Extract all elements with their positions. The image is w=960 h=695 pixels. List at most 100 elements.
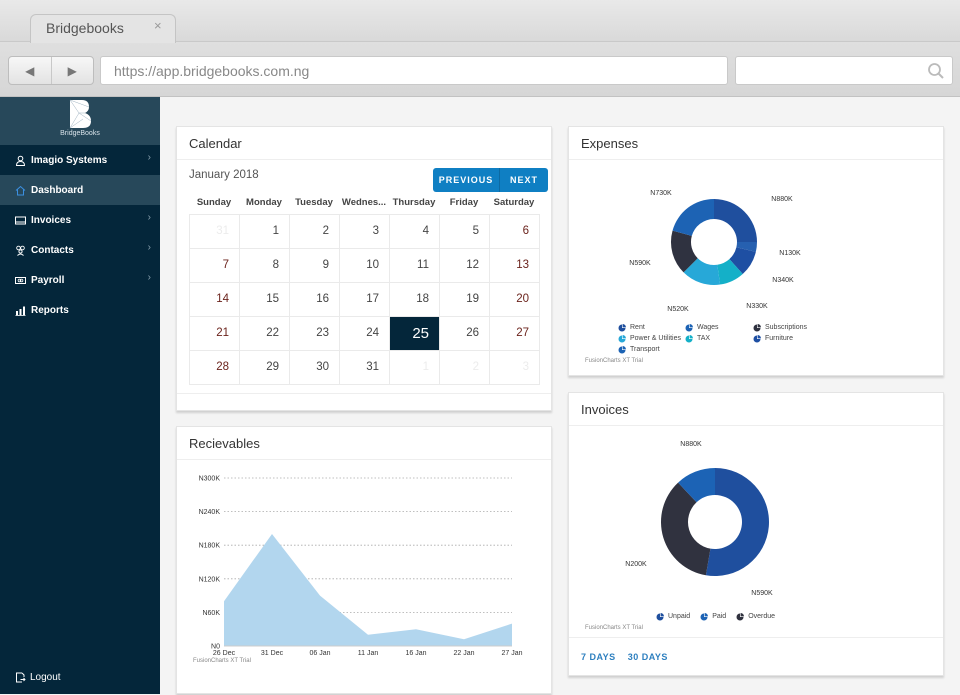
back-button[interactable]: ◀ [9, 57, 51, 84]
calendar-day[interactable]: 26 [440, 317, 490, 351]
calendar-day[interactable]: 15 [240, 283, 290, 317]
address-bar[interactable]: https://app.bridgebooks.com.ng [100, 56, 728, 85]
back-arrow-icon: ◀ [25, 63, 35, 78]
calendar-day[interactable]: 7 [190, 249, 240, 283]
search-icon[interactable] [926, 61, 946, 81]
pie-legend-icon [736, 612, 745, 620]
sidebar-item-contacts[interactable]: Contacts › [0, 235, 160, 265]
bridgebooks-logo-icon [69, 99, 92, 129]
calendar-day[interactable]: 19 [440, 283, 490, 317]
calendar-day[interactable]: 27 [490, 317, 540, 351]
sidebar-item-invoices[interactable]: Invoices › [0, 205, 160, 235]
previous-month-button[interactable]: PREVIOUS [433, 168, 499, 192]
calendar-day[interactable]: 10 [340, 249, 390, 283]
logout-button[interactable]: Logout [15, 672, 61, 683]
weekday-label: Sunday [196, 197, 232, 208]
user-icon [15, 155, 26, 166]
legend-item[interactable]: Subscriptions [753, 322, 833, 333]
receivables-title: Recievables [177, 427, 551, 460]
calendar-day[interactable]: 1 [240, 215, 290, 249]
data-point[interactable] [365, 632, 371, 638]
data-point[interactable] [509, 621, 515, 627]
7-days-link[interactable]: 7 DAYS [581, 652, 616, 662]
data-point[interactable] [461, 636, 467, 642]
chevron-right-icon: › [147, 242, 151, 253]
calendar-day[interactable]: 8 [240, 249, 290, 283]
calendar-day[interactable]: 28 [190, 351, 240, 385]
slice-value-label: N520K [667, 306, 689, 313]
calendar-day[interactable]: 2 [440, 351, 490, 385]
sidebar-item-dashboard[interactable]: Dashboard [0, 175, 160, 205]
calendar-day[interactable]: 30 [290, 351, 340, 385]
browser-chrome: Bridgebooks × ◀ ▶ https://app.bridgebook… [0, 0, 960, 97]
calendar-day[interactable]: 18 [390, 283, 440, 317]
weekday-label: Wednes... [341, 197, 387, 208]
calendar-day[interactable]: 20 [490, 283, 540, 317]
browser-search-input[interactable] [735, 56, 953, 85]
calendar-day[interactable]: 9 [290, 249, 340, 283]
calendar-card: Calendar January 2018 PREVIOUS NEXT Sund… [176, 126, 552, 411]
legend-item[interactable]: Furniture [753, 333, 833, 344]
weekday-label: Thursday [392, 197, 436, 208]
sidebar-item-label: Contacts [31, 244, 74, 256]
legend-item[interactable]: Paid [700, 611, 726, 622]
calendar-day[interactable]: 13 [490, 249, 540, 283]
calendar-day[interactable]: 5 [440, 215, 490, 249]
calendar-day[interactable]: 3 [340, 215, 390, 249]
calendar-day[interactable]: 21 [190, 317, 240, 351]
calendar-day[interactable]: 1 [390, 351, 440, 385]
legend-item[interactable]: Unpaid [656, 611, 690, 622]
slice-value-label: N880K [771, 196, 793, 203]
calendar-day[interactable]: 23 [290, 317, 340, 351]
receivables-card: Recievables N0 N60K N120K N180K N240K N300K 26… [176, 426, 552, 694]
calendar-day[interactable]: 17 [340, 283, 390, 317]
pie-legend-icon [700, 612, 709, 620]
legend-item[interactable]: Transport [618, 344, 685, 355]
donut-slice-transport[interactable] [672, 199, 714, 236]
calendar-day[interactable]: 31 [190, 215, 240, 249]
legend-item[interactable]: Power & Utilities [618, 333, 685, 344]
calendar-day[interactable]: 31 [340, 351, 390, 385]
legend-item[interactable]: Wages [685, 322, 753, 333]
data-point[interactable] [317, 593, 323, 599]
sidebar-item-payroll[interactable]: Payroll › [0, 265, 160, 295]
sidebar-item-imagio-systems[interactable]: Imagio Systems › [0, 145, 160, 175]
calendar-day[interactable]: 2 [290, 215, 340, 249]
calendar-day[interactable]: 12 [440, 249, 490, 283]
legend-item[interactable]: TAX [685, 333, 753, 344]
data-point[interactable] [269, 531, 275, 537]
payroll-icon [15, 275, 26, 286]
calendar-grid: 31 1 2 3 4 5 6 7 8 9 10 11 12 13 14 15 16 17 18 19 20 21 22 23 2… [189, 214, 540, 385]
calendar-day[interactable]: 29 [240, 351, 290, 385]
calendar-day[interactable]: 4 [390, 215, 440, 249]
calendar-day[interactable]: 3 [490, 351, 540, 385]
next-month-button[interactable]: NEXT [499, 168, 548, 192]
calendar-day[interactable]: 11 [390, 249, 440, 283]
data-point[interactable] [221, 598, 227, 604]
sidebar-item-reports[interactable]: Reports [0, 295, 160, 325]
legend-item[interactable]: Rent [618, 322, 685, 333]
30-days-link[interactable]: 30 DAYS [628, 652, 668, 662]
calendar-day[interactable]: 24 [340, 317, 390, 351]
pie-legend-icon [618, 345, 626, 353]
calendar-day[interactable]: 16 [290, 283, 340, 317]
calendar-day[interactable]: 14 [190, 283, 240, 317]
legend-label: TAX [697, 335, 711, 342]
sidebar: BridgeBooks Imagio Systems › Dashboard I… [0, 97, 160, 694]
contacts-icon [15, 245, 26, 256]
calendar-day-today[interactable]: 25 [390, 317, 440, 351]
chevron-right-icon: › [147, 212, 151, 223]
tab-close-icon[interactable]: × [154, 18, 162, 33]
data-point[interactable] [413, 626, 419, 632]
legend-label: Transport [630, 346, 660, 353]
brand[interactable]: BridgeBooks [0, 97, 160, 145]
donut-slice-rent[interactable] [714, 199, 757, 242]
logout-label: Logout [30, 672, 61, 683]
legend-item[interactable]: Overdue [736, 611, 775, 622]
invoice-icon [15, 215, 26, 226]
donut-slice-unpaid[interactable] [705, 468, 769, 576]
x-tick-label: 06 Jan [309, 650, 330, 657]
calendar-day[interactable]: 6 [490, 215, 540, 249]
calendar-day[interactable]: 22 [240, 317, 290, 351]
forward-button[interactable]: ▶ [50, 57, 94, 84]
